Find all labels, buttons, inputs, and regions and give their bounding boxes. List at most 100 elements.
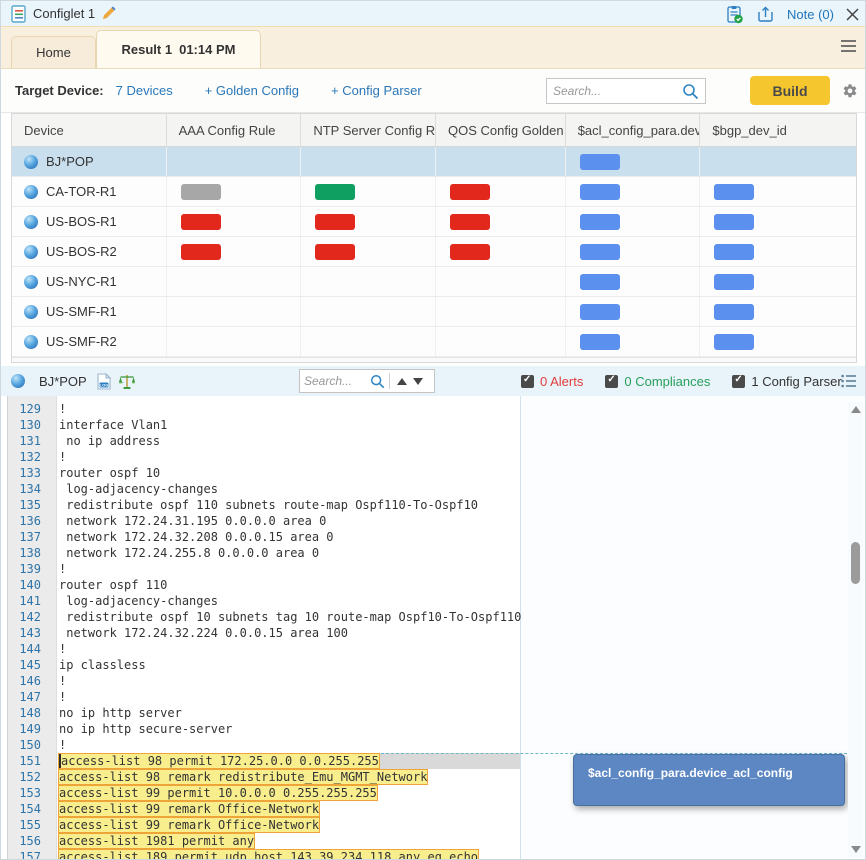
config-line[interactable]: 140router ospf 110 — [1, 577, 520, 593]
device-row[interactable]: US-NYC-R1 — [12, 267, 856, 297]
checkbox-icon[interactable] — [732, 375, 745, 388]
compliance-report-icon[interactable] — [725, 5, 744, 24]
config-line[interactable]: 156access-list 1981 permit any — [1, 833, 520, 849]
device-search-input[interactable] — [553, 84, 682, 98]
device-status-bar[interactable] — [580, 334, 620, 350]
config-line[interactable]: 135 redistribute ospf 110 subnets route-… — [1, 497, 520, 513]
config-line[interactable]: 131 no ip address — [1, 433, 520, 449]
config-line[interactable]: 129! — [1, 401, 520, 417]
config-line[interactable]: 155access-list 99 remark Office-Network — [1, 817, 520, 833]
line-number: 140 — [1, 577, 51, 593]
checkbox-icon[interactable] — [605, 375, 618, 388]
config-line[interactable]: 157access-list 189 permit udp host 143.3… — [1, 849, 520, 859]
config-line[interactable]: 142 redistribute ospf 10 subnets tag 10 … — [1, 609, 520, 625]
config-line[interactable]: 148no ip http server — [1, 705, 520, 721]
search-icon[interactable] — [682, 83, 699, 100]
device-status-bar[interactable] — [714, 274, 754, 290]
device-row[interactable]: US-BOS-R1 — [12, 207, 856, 237]
device-status-bar[interactable] — [580, 214, 620, 230]
config-line[interactable]: 137 network 172.24.32.208 0.0.0.15 area … — [1, 529, 520, 545]
filter-checkbox-item[interactable]: 1 Config Parser — [732, 374, 841, 389]
config-line[interactable]: 152access-list 98 remark redistribute_Em… — [1, 769, 520, 785]
device-status-bar[interactable] — [714, 334, 754, 350]
device-row[interactable]: US-SMF-R1 — [12, 297, 856, 327]
config-line[interactable]: 146! — [1, 673, 520, 689]
config-line[interactable]: 150! — [1, 737, 520, 753]
view-options-icon[interactable] — [841, 374, 857, 393]
column-header[interactable]: Device — [12, 114, 167, 146]
device-row[interactable]: BJ*POP — [12, 147, 856, 177]
device-status-bar[interactable] — [580, 274, 620, 290]
device-status-bar[interactable] — [580, 304, 620, 320]
export-icon[interactable] — [756, 5, 775, 24]
line-number: 143 — [1, 625, 51, 641]
column-header[interactable]: $bgp_dev_id — [700, 114, 856, 146]
config-search-input[interactable] — [304, 374, 370, 388]
code-vertical-scrollbar[interactable] — [848, 402, 863, 857]
config-line[interactable]: 139! — [1, 561, 520, 577]
edit-title-icon[interactable] — [101, 6, 116, 21]
scroll-down-icon[interactable] — [851, 846, 861, 853]
pane-divider[interactable] — [520, 396, 521, 859]
column-header[interactable]: QOS Config Golden ... — [436, 114, 566, 146]
device-status-bar[interactable] — [580, 154, 620, 170]
config-line[interactable]: 153access-list 99 permit 10.0.0.0 0.255.… — [1, 785, 520, 801]
build-button[interactable]: Build — [750, 76, 830, 105]
note-button[interactable]: Note (0) — [787, 7, 834, 22]
device-row[interactable]: CA-TOR-R1 — [12, 177, 856, 207]
filter-checkbox-item[interactable]: 0 Alerts — [521, 374, 583, 389]
device-status-bar[interactable] — [181, 214, 221, 230]
device-status-bar[interactable] — [580, 184, 620, 200]
tab-menu-icon[interactable] — [840, 39, 857, 58]
table-horizontal-scrollbar[interactable] — [12, 357, 856, 362]
scroll-up-icon[interactable] — [851, 406, 861, 413]
config-line[interactable]: 151access-list 98 permit 172.25.0.0 0.0.… — [1, 753, 520, 769]
device-status-bar[interactable] — [450, 244, 490, 260]
tab-result[interactable]: Result 1 01:14 PM — [96, 30, 261, 68]
device-status-bar[interactable] — [315, 244, 355, 260]
device-status-bar[interactable] — [450, 184, 490, 200]
config-line[interactable]: 132! — [1, 449, 520, 465]
config-line[interactable]: 141 log-adjacency-changes — [1, 593, 520, 609]
device-status-bar[interactable] — [315, 214, 355, 230]
device-status-bar[interactable] — [181, 184, 221, 200]
checkbox-icon[interactable] — [521, 375, 534, 388]
close-icon[interactable] — [846, 8, 859, 21]
device-status-bar[interactable] — [580, 244, 620, 260]
device-status-bar[interactable] — [315, 184, 355, 200]
config-line[interactable]: 138 network 172.24.255.8 0.0.0.0 area 0 — [1, 545, 520, 561]
column-header[interactable]: NTP Server Config R... — [301, 114, 436, 146]
device-row[interactable]: US-BOS-R2 — [12, 237, 856, 267]
tab-home[interactable]: Home — [11, 36, 96, 68]
config-line[interactable]: 130interface Vlan1 — [1, 417, 520, 433]
config-line[interactable]: 136 network 172.24.31.195 0.0.0.0 area 0 — [1, 513, 520, 529]
target-devices-link[interactable]: 7 Devices — [116, 83, 173, 98]
filter-checkbox-item[interactable]: 0 Compliances — [605, 374, 710, 389]
config-line[interactable]: 144! — [1, 641, 520, 657]
config-line[interactable]: 143 network 172.24.32.224 0.0.0.15 area … — [1, 625, 520, 641]
column-header[interactable]: AAA Config Rule — [167, 114, 302, 146]
device-row[interactable]: US-SMF-R2 — [12, 327, 856, 357]
find-next-icon[interactable] — [410, 373, 426, 389]
settings-gear-icon[interactable] — [841, 82, 859, 105]
config-line[interactable]: 145ip classless — [1, 657, 520, 673]
find-previous-icon[interactable] — [394, 373, 410, 389]
add-config-parser-link[interactable]: + Config Parser — [331, 83, 422, 98]
device-status-bar[interactable] — [714, 184, 754, 200]
scrollbar-thumb[interactable] — [851, 542, 860, 584]
device-status-bar[interactable] — [714, 214, 754, 230]
column-header[interactable]: $acl_config_para.dev... — [566, 114, 701, 146]
log-file-icon[interactable]: LOG — [97, 373, 111, 390]
compare-scales-icon[interactable] — [119, 373, 135, 390]
config-line[interactable]: 147! — [1, 689, 520, 705]
config-line[interactable]: 154access-list 99 remark Office-Network — [1, 801, 520, 817]
device-status-bar[interactable] — [181, 244, 221, 260]
config-search-icon[interactable] — [370, 374, 385, 389]
config-line[interactable]: 134 log-adjacency-changes — [1, 481, 520, 497]
device-status-bar[interactable] — [714, 244, 754, 260]
config-line[interactable]: 149no ip http secure-server — [1, 721, 520, 737]
device-status-bar[interactable] — [450, 214, 490, 230]
device-status-bar[interactable] — [714, 304, 754, 320]
add-golden-config-link[interactable]: + Golden Config — [205, 83, 299, 98]
config-line[interactable]: 133router ospf 10 — [1, 465, 520, 481]
